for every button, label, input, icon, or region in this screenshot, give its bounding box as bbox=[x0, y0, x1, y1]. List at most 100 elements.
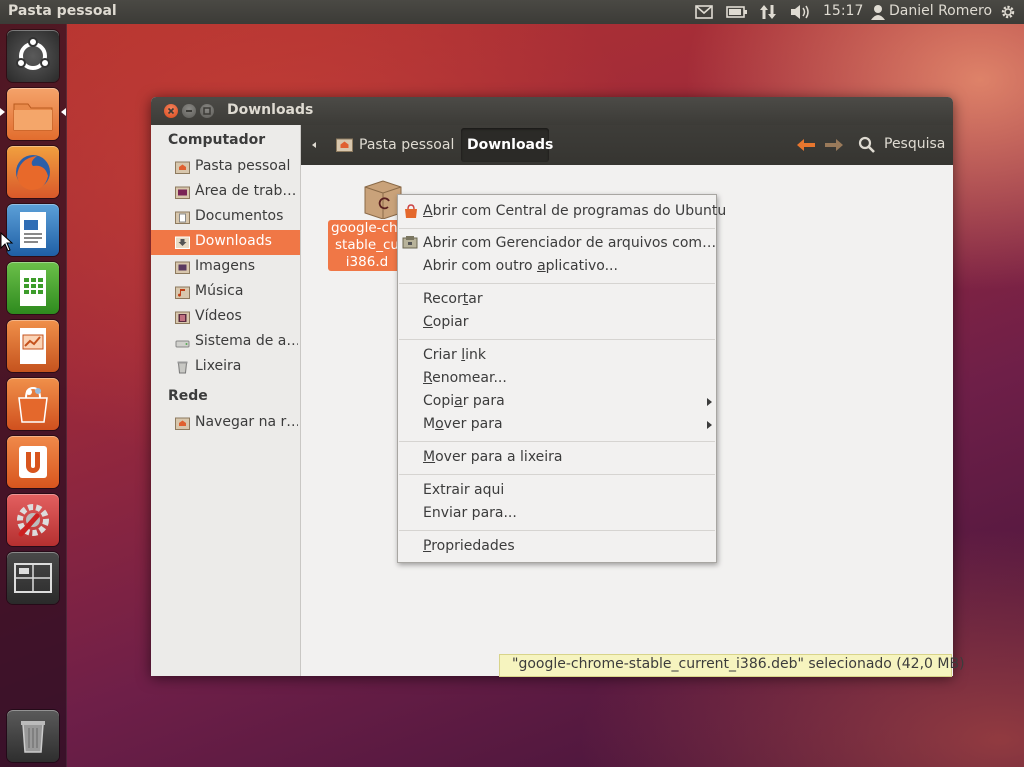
music-folder-icon bbox=[175, 286, 190, 299]
maximize-button[interactable] bbox=[200, 104, 214, 118]
close-button[interactable] bbox=[164, 104, 178, 118]
workspaces-icon bbox=[14, 563, 52, 593]
sidebar-item-label: Downloads bbox=[195, 233, 272, 249]
filesystem-icon bbox=[175, 340, 190, 348]
writer-icon bbox=[20, 212, 46, 248]
launcher-ubuntu-one[interactable] bbox=[7, 436, 59, 488]
mouse-pointer-icon bbox=[0, 232, 14, 252]
sidebar-item-label: Documentos bbox=[195, 208, 284, 224]
status-text: "google-chrome-stable_current_i386.deb" … bbox=[512, 656, 965, 672]
launcher-trash[interactable] bbox=[7, 710, 59, 762]
chevron-left-icon[interactable] bbox=[311, 140, 317, 150]
network-icon[interactable] bbox=[758, 3, 778, 25]
submenu-arrow-icon bbox=[707, 398, 712, 406]
system-settings-icon bbox=[17, 504, 49, 537]
selection-status-bar: "google-chrome-stable_current_i386.deb" … bbox=[499, 654, 965, 677]
sidebar-item-label: Música bbox=[195, 283, 244, 299]
breadcrumb-home[interactable]: Pasta pessoal bbox=[359, 137, 454, 153]
sidebar-item-videos[interactable]: Vídeos bbox=[151, 305, 300, 330]
menu-item-open-other-app[interactable]: Abrir com outro aplicativo... bbox=[423, 258, 618, 274]
sidebar-item-filesystem[interactable]: Sistema de a… bbox=[151, 330, 300, 355]
desktop-folder-icon bbox=[175, 186, 190, 199]
focused-pip-right bbox=[61, 108, 66, 116]
sidebar-item-network-browse[interactable]: Navegar na r… bbox=[151, 411, 300, 436]
network-browse-icon bbox=[175, 417, 190, 430]
sidebar-item-label: Lixeira bbox=[195, 358, 242, 374]
minimize-button[interactable] bbox=[182, 104, 196, 118]
menu-item-copy-to[interactable]: Copiar para bbox=[423, 393, 505, 409]
user-name[interactable]: Daniel Romero bbox=[889, 3, 992, 19]
search-icon[interactable] bbox=[857, 135, 877, 155]
mail-icon[interactable] bbox=[694, 3, 714, 25]
home-folder-icon bbox=[336, 138, 353, 152]
launcher-workspaces[interactable] bbox=[7, 552, 59, 604]
software-center-icon bbox=[18, 386, 48, 423]
sidebar-item-home[interactable]: Pasta pessoal bbox=[151, 155, 300, 180]
launcher-software-center[interactable] bbox=[7, 378, 59, 430]
breadcrumb-current[interactable]: Downloads bbox=[461, 128, 553, 162]
menu-separator bbox=[399, 441, 715, 442]
menu-item-move-to[interactable]: Mover para bbox=[423, 416, 503, 432]
menu-item-rename[interactable]: Renomear... bbox=[423, 370, 507, 386]
clock[interactable]: 15:17 bbox=[823, 3, 863, 19]
sidebar-item-music[interactable]: Música bbox=[151, 280, 300, 305]
calc-icon bbox=[20, 270, 46, 306]
menu-item-send-to[interactable]: Enviar para... bbox=[423, 505, 517, 521]
firefox-icon bbox=[16, 155, 50, 190]
user-icon[interactable] bbox=[870, 3, 886, 25]
archive-manager-icon bbox=[402, 236, 418, 249]
home-folder-icon bbox=[175, 161, 190, 174]
volume-icon[interactable] bbox=[789, 3, 811, 25]
battery-icon[interactable] bbox=[726, 3, 748, 25]
launcher-home-folder[interactable] bbox=[7, 88, 59, 140]
pictures-folder-icon bbox=[175, 261, 190, 274]
menu-separator bbox=[399, 474, 715, 475]
location-toolbar: Pasta pessoal Downloads Pesquisa bbox=[301, 125, 953, 165]
menu-item-move-to-trash[interactable]: Mover para a lixeira bbox=[423, 449, 563, 465]
launcher-firefox[interactable] bbox=[7, 146, 59, 198]
maximize-icon bbox=[203, 107, 211, 115]
menu-separator bbox=[399, 530, 715, 531]
launcher-impress[interactable] bbox=[7, 320, 59, 372]
gear-icon[interactable] bbox=[999, 3, 1017, 25]
impress-icon bbox=[20, 328, 46, 364]
forward-arrow-icon[interactable] bbox=[823, 136, 845, 154]
running-pip-left bbox=[0, 108, 5, 116]
launcher bbox=[0, 24, 67, 767]
close-icon bbox=[167, 107, 175, 115]
file-name-line: google-chr bbox=[330, 220, 404, 236]
software-center-icon bbox=[405, 204, 417, 218]
ubuntu-one-icon bbox=[19, 446, 47, 478]
launcher-system-settings[interactable] bbox=[7, 494, 59, 546]
sidebar-item-label: Navegar na r… bbox=[195, 414, 298, 430]
sidebar-item-documents[interactable]: Documentos bbox=[151, 205, 300, 230]
menu-item-cut[interactable]: Recortar bbox=[423, 291, 483, 307]
menu-item-open-archive-manager[interactable]: Abrir com Gerenciador de arquivos com… bbox=[423, 235, 716, 251]
back-arrow-icon[interactable] bbox=[795, 136, 817, 154]
trash-icon bbox=[177, 361, 188, 374]
launcher-dash[interactable] bbox=[7, 30, 59, 82]
menu-item-open-software-center[interactable]: Abrir com Central de programas do Ubuntu bbox=[423, 203, 726, 219]
sidebar-item-label: Pasta pessoal bbox=[195, 158, 291, 174]
menu-item-properties[interactable]: Propriedades bbox=[423, 538, 515, 554]
sidebar-item-pictures[interactable]: Imagens bbox=[151, 255, 300, 280]
minimize-icon bbox=[186, 110, 192, 112]
menu-item-make-link[interactable]: Criar link bbox=[423, 347, 486, 363]
window-title: Downloads bbox=[227, 102, 314, 118]
window-titlebar[interactable]: Downloads bbox=[151, 97, 953, 125]
menu-item-extract-here[interactable]: Extrair aqui bbox=[423, 482, 504, 498]
launcher-calc[interactable] bbox=[7, 262, 59, 314]
active-app-title: Pasta pessoal bbox=[8, 3, 117, 19]
launcher-writer[interactable] bbox=[7, 204, 59, 256]
search-button-label[interactable]: Pesquisa bbox=[884, 136, 945, 152]
sidebar-item-label: Área de trab… bbox=[195, 183, 297, 199]
sidebar-item-trash[interactable]: Lixeira bbox=[151, 355, 300, 380]
sidebar-item-downloads[interactable]: Downloads bbox=[151, 230, 300, 255]
sidebar-item-desktop[interactable]: Área de trab… bbox=[151, 180, 300, 205]
ubuntu-logo-icon bbox=[16, 37, 50, 70]
file-name-label: google-chr stable_cu i386.d bbox=[328, 220, 406, 271]
places-sidebar: Computador Pasta pessoal Área de trab… D… bbox=[151, 125, 301, 676]
menu-item-copy[interactable]: Copiar bbox=[423, 314, 468, 330]
file-name-line: stable_cu bbox=[335, 237, 399, 253]
sidebar-item-label: Vídeos bbox=[195, 308, 242, 324]
